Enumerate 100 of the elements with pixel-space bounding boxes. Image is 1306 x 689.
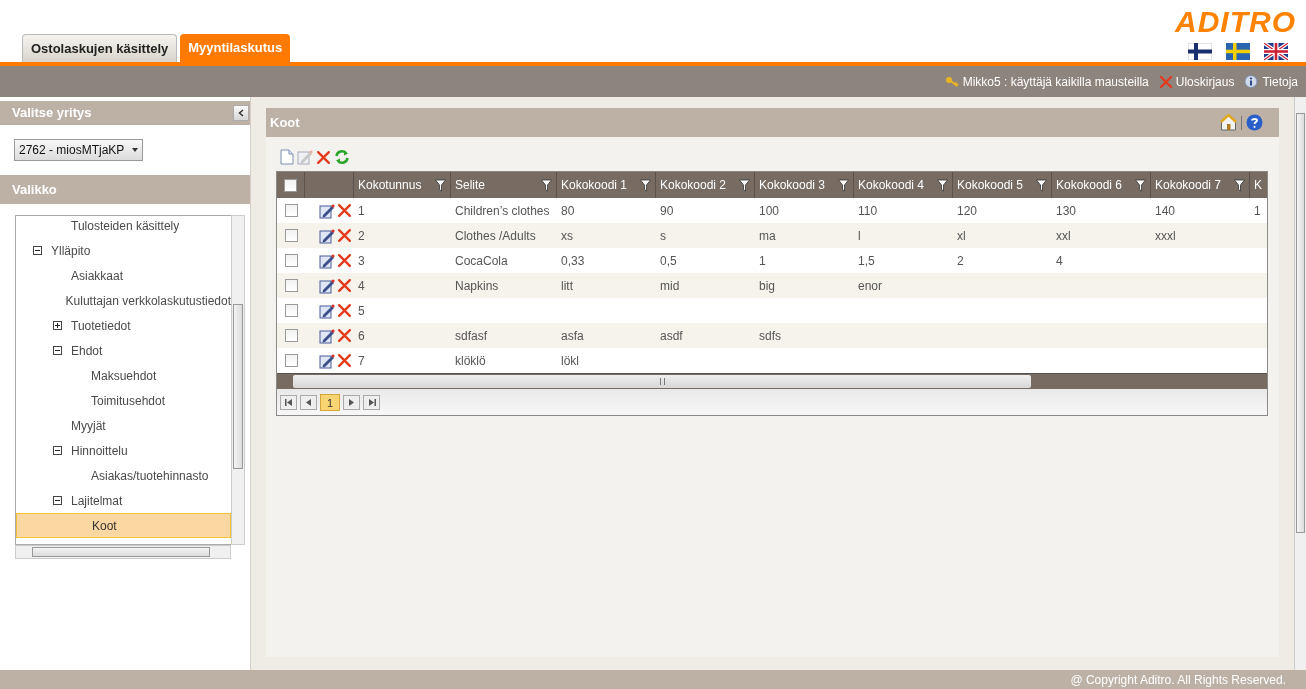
- delete-icon[interactable]: [337, 353, 352, 368]
- info-link[interactable]: Tietoja: [1262, 72, 1298, 91]
- help-icon[interactable]: [1246, 114, 1263, 131]
- table-cell-text: l: [858, 227, 861, 245]
- column-header[interactable]: Kokokoodi 2: [660, 176, 727, 194]
- table-cell-text: 4: [358, 277, 365, 295]
- edit-icon[interactable]: [319, 252, 335, 269]
- edit-icon[interactable]: [319, 302, 335, 319]
- tree-row[interactable]: Tulosteiden käsittely: [16, 216, 231, 238]
- filter-icon[interactable]: [1234, 178, 1245, 192]
- row-checkbox[interactable]: [284, 354, 298, 367]
- row-checkbox[interactable]: [284, 304, 298, 317]
- filter-icon[interactable]: [838, 178, 849, 192]
- delete-icon[interactable]: [337, 278, 352, 293]
- column-header[interactable]: Kokokoodi 6: [1056, 176, 1123, 194]
- page-scrollbar[interactable]: [1294, 97, 1306, 670]
- info-icon[interactable]: [1244, 74, 1259, 89]
- tree-item-label[interactable]: Kuluttajan verkkolaskutustiedot: [65, 291, 231, 310]
- collapse-icon[interactable]: [33, 246, 42, 255]
- vertical-scrollbar[interactable]: [231, 215, 245, 545]
- tree-row[interactable]: Toimitusehdot: [16, 388, 231, 413]
- filter-icon[interactable]: [1135, 178, 1146, 192]
- filter-icon[interactable]: [739, 178, 750, 192]
- tree-row[interactable]: Ylläpito: [16, 238, 231, 263]
- home-icon[interactable]: [1220, 114, 1237, 131]
- tree-row[interactable]: Tuotetiedot: [16, 313, 231, 338]
- page-button[interactable]: 1: [320, 393, 340, 411]
- tree-item-label[interactable]: Toimitusehdot: [91, 391, 166, 410]
- tree-row[interactable]: Maksuehdot: [16, 363, 231, 388]
- edit-icon[interactable]: [319, 277, 335, 294]
- tree-item-label[interactable]: Myyjät: [71, 416, 106, 435]
- row-checkbox[interactable]: [284, 279, 298, 292]
- tree-item-label[interactable]: Maksuehdot: [91, 366, 157, 385]
- tree-item-label[interactable]: Ylläpito: [51, 241, 91, 260]
- next-page-button[interactable]: [343, 394, 360, 410]
- swedish-flag-icon[interactable]: [1226, 43, 1250, 60]
- tree-item-label[interactable]: Ehdot: [71, 341, 103, 360]
- column-header[interactable]: Kokokoodi 5: [957, 176, 1024, 194]
- collapse-button[interactable]: [233, 105, 249, 121]
- british-flag-icon[interactable]: [1264, 43, 1288, 60]
- refresh-icon[interactable]: [334, 149, 350, 165]
- tree-row[interactable]: Hinnoittelu: [16, 438, 231, 463]
- table-cell-text: sdfs: [759, 327, 781, 345]
- edit-icon[interactable]: [319, 227, 335, 244]
- filter-icon[interactable]: [541, 178, 552, 192]
- finnish-flag-icon[interactable]: [1188, 43, 1212, 60]
- filter-icon[interactable]: [937, 178, 948, 192]
- filter-icon[interactable]: [1036, 178, 1047, 192]
- column-header[interactable]: Kokokoodi 1: [561, 176, 628, 194]
- row-checkbox[interactable]: [284, 229, 298, 242]
- column-header[interactable]: Kokotunnus: [358, 176, 422, 194]
- tree-row[interactable]: Lajitelmat: [16, 488, 231, 513]
- column-header[interactable]: Kokokoodi 3: [759, 176, 826, 194]
- tree-item-label[interactable]: Lajitelmat: [71, 491, 123, 510]
- tree-item-label[interactable]: Tulosteiden käsittely: [71, 216, 180, 235]
- expand-icon[interactable]: [53, 321, 62, 330]
- collapse-icon[interactable]: [53, 346, 62, 355]
- first-page-button[interactable]: [280, 394, 297, 410]
- tree-row[interactable]: Asiakkaat: [16, 263, 231, 288]
- edit-icon[interactable]: [319, 202, 335, 219]
- previous-page-button[interactable]: [300, 394, 317, 410]
- collapse-icon[interactable]: [53, 496, 62, 505]
- logout-link[interactable]: Uloskirjaus: [1175, 72, 1235, 91]
- tree-item-label[interactable]: Hinnoittelu: [71, 441, 128, 460]
- panel-title: Koot: [270, 113, 300, 132]
- table-cell-text: sdfasf: [455, 327, 487, 345]
- delete-icon[interactable]: [337, 228, 352, 243]
- tree-row[interactable]: Koot: [16, 513, 231, 538]
- tree-row[interactable]: Kuluttajan verkkolaskutustiedot: [16, 288, 231, 313]
- tree-item-label[interactable]: Asiakkaat: [71, 266, 124, 285]
- delete-icon[interactable]: [337, 203, 352, 218]
- filter-icon[interactable]: [640, 178, 651, 192]
- row-checkbox[interactable]: [284, 254, 298, 267]
- tree-row[interactable]: Asiakas/tuotehinnasto: [16, 463, 231, 488]
- last-page-button[interactable]: [363, 394, 380, 410]
- table-cell-text: 1: [358, 202, 365, 220]
- delete-icon[interactable]: [316, 149, 331, 165]
- edit-icon[interactable]: [319, 352, 335, 369]
- delete-icon[interactable]: [337, 328, 352, 343]
- column-header[interactable]: K: [1254, 176, 1262, 194]
- company-select[interactable]: 2762 - miosMTjaKP: [14, 139, 144, 161]
- tree-item-label[interactable]: Tuotetiedot: [71, 316, 131, 335]
- column-header[interactable]: Kokokoodi 4: [858, 176, 925, 194]
- select-all-checkbox[interactable]: [284, 178, 297, 192]
- edit-icon[interactable]: [319, 327, 335, 344]
- tree-item-label[interactable]: Asiakas/tuotehinnasto: [91, 466, 209, 485]
- column-header[interactable]: Selite: [455, 176, 486, 194]
- tree-row[interactable]: Myyjät: [16, 413, 231, 438]
- delete-icon[interactable]: [337, 253, 352, 268]
- collapse-icon[interactable]: [53, 446, 62, 455]
- tree-item-label[interactable]: Koot: [92, 516, 117, 535]
- column-header[interactable]: Kokokoodi 7: [1155, 176, 1222, 194]
- row-checkbox[interactable]: [284, 204, 298, 217]
- filter-icon[interactable]: [435, 178, 446, 192]
- row-checkbox[interactable]: [284, 329, 298, 342]
- table-cell-text: 100: [759, 202, 780, 220]
- delete-icon[interactable]: [337, 303, 352, 318]
- tree-row[interactable]: Ehdot: [16, 338, 231, 363]
- tab[interactable]: Ostolaskujen käsittely: [22, 34, 178, 62]
- horizontal-scrollbar[interactable]: [277, 373, 1267, 389]
